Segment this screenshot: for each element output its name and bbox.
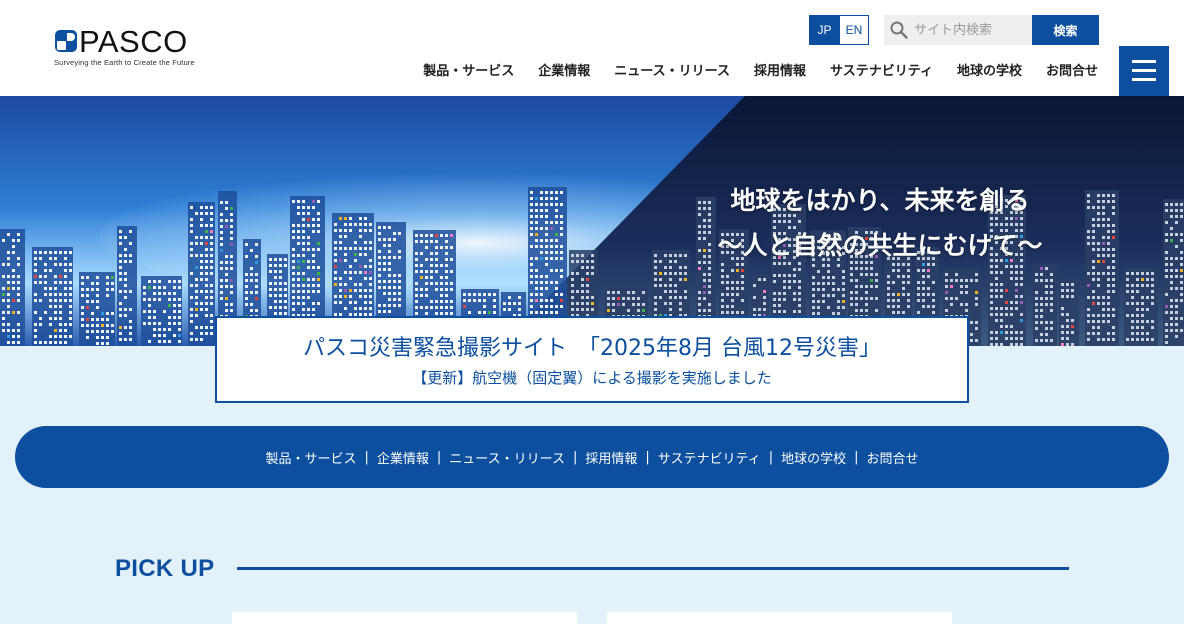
pickup-divider	[237, 567, 1069, 570]
nav-sustainability[interactable]: サステナビリティ	[830, 60, 933, 79]
pickup-card[interactable]	[232, 612, 577, 624]
lang-en-button[interactable]: EN	[839, 15, 869, 45]
pickup-heading: PICK UP	[115, 555, 215, 582]
disaster-notice-banner[interactable]: パスコ災害緊急撮影サイト 「2025年8月 台風12号災害」 【更新】航空機（固…	[215, 316, 969, 403]
nav-recruit[interactable]: 採用情報	[754, 60, 806, 79]
nav-news[interactable]: ニュース・リリース	[614, 60, 730, 79]
nav-company[interactable]: 企業情報	[538, 60, 590, 79]
search-button[interactable]: 検索	[1032, 15, 1099, 45]
subnav-separator: |	[572, 449, 578, 465]
subnav-recruit[interactable]: 採用情報	[585, 448, 637, 467]
logo-wordmark: PASCO	[79, 24, 188, 59]
hero-line-1: 地球をはかり、未来を創る	[730, 186, 1030, 215]
hero-tagline: 地球をはかり、未来を創る ～人と自然の共生にむけて～	[700, 178, 1060, 268]
pasco-logo[interactable]: PASCO Surveying the Earth to Create the …	[54, 24, 204, 70]
subnav-separator: |	[854, 449, 859, 465]
pickup-card[interactable]	[607, 612, 952, 624]
subnav-school[interactable]: 地球の学校	[781, 448, 846, 467]
notice-title: パスコ災害緊急撮影サイト 「2025年8月 台風12号災害」	[303, 336, 881, 361]
nav-products[interactable]: 製品・サービス	[423, 60, 514, 79]
logo-tagline: Surveying the Earth to Create the Future	[54, 58, 195, 67]
hero-banner: 地球をはかり、未来を創る ～人と自然の共生にむけて～	[0, 96, 1184, 346]
nav-school[interactable]: 地球の学校	[957, 60, 1022, 79]
nav-contact[interactable]: お問合せ	[1046, 60, 1098, 79]
subnav-sustainability[interactable]: サステナビリティ	[658, 448, 761, 467]
lang-jp-button[interactable]: JP	[809, 15, 840, 45]
pasco-logo-icon	[55, 30, 77, 52]
search-box	[884, 15, 1032, 45]
global-nav: 製品・サービス 企業情報 ニュース・リリース 採用情報 サステナビリティ 地球の…	[423, 60, 1098, 79]
subnav-contact[interactable]: お問合せ	[867, 448, 919, 467]
subnav-separator: |	[436, 449, 442, 465]
hero-line-2: ～人と自然の共生にむけて～	[717, 231, 1043, 260]
notice-subtitle: 【更新】航空機（固定翼）による撮影を実施しました	[412, 369, 772, 387]
search-input[interactable]	[914, 15, 1030, 45]
section-nav-bar: 製品・サービス | 企業情報 | ニュース・リリース | 採用情報 | サステナ…	[15, 426, 1169, 488]
subnav-news[interactable]: ニュース・リリース	[449, 448, 565, 467]
subnav-separator: |	[768, 449, 774, 465]
subnav-separator: |	[645, 449, 650, 465]
subnav-separator: |	[364, 449, 369, 465]
subnav-company[interactable]: 企業情報	[377, 448, 429, 467]
subnav-products[interactable]: 製品・サービス	[265, 448, 356, 467]
site-header: PASCO Surveying the Earth to Create the …	[0, 0, 1184, 96]
search-icon	[890, 21, 908, 39]
hamburger-menu-button[interactable]	[1119, 46, 1169, 96]
